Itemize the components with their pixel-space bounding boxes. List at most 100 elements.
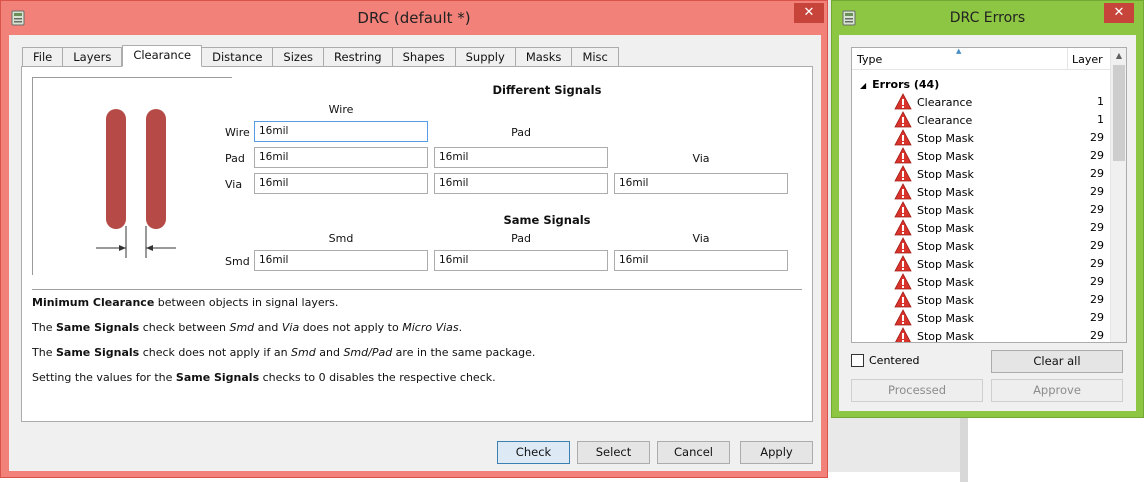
drc-errors-window: DRC Errors ✕ ▲ Type Layer ◢ Errors (44) C… bbox=[831, 0, 1144, 418]
errors-group[interactable]: ◢ Errors (44) bbox=[860, 78, 939, 91]
error-row[interactable]: Stop Mask 29 bbox=[852, 129, 1110, 147]
apply-button[interactable]: Apply bbox=[740, 441, 813, 464]
error-type: Stop Mask bbox=[917, 258, 974, 271]
close-button[interactable]: ✕ bbox=[794, 3, 824, 23]
error-type: Stop Mask bbox=[917, 204, 974, 217]
errors-group-label: Errors (44) bbox=[872, 78, 940, 91]
error-tree[interactable]: ▲ Type Layer ◢ Errors (44) Clearance 1 Cle… bbox=[851, 47, 1127, 343]
processed-button[interactable]: Processed bbox=[851, 379, 983, 402]
description-line-1: Minimum Clearance between objects in sig… bbox=[32, 296, 339, 309]
warning-icon bbox=[894, 165, 912, 182]
errors-close-button[interactable]: ✕ bbox=[1104, 3, 1134, 23]
scroll-up-arrow-icon[interactable]: ▲ bbox=[1111, 48, 1126, 64]
window-title: DRC (default *) bbox=[357, 9, 471, 27]
error-row[interactable]: Stop Mask 29 bbox=[852, 201, 1110, 219]
vertical-scrollbar[interactable]: ▲ bbox=[1110, 48, 1126, 342]
error-row[interactable]: Stop Mask 29 bbox=[852, 291, 1110, 309]
error-layer: 29 bbox=[1090, 185, 1104, 198]
error-row[interactable]: Stop Mask 29 bbox=[852, 147, 1110, 165]
error-row[interactable]: Clearance 1 bbox=[852, 93, 1110, 111]
col-header-same-via: Via bbox=[692, 232, 710, 245]
wire-wire-field[interactable]: 16mil bbox=[254, 121, 428, 142]
error-layer: 29 bbox=[1090, 275, 1104, 288]
tab-distance[interactable]: Distance bbox=[202, 47, 274, 67]
error-row[interactable]: Stop Mask 29 bbox=[852, 273, 1110, 291]
drc-window: DRC (default *) ✕ File Layers Clearance … bbox=[0, 0, 828, 478]
warning-icon bbox=[894, 237, 912, 254]
collapse-triangle-icon[interactable]: ◢ bbox=[860, 81, 866, 90]
error-layer: 29 bbox=[1090, 293, 1104, 306]
error-row[interactable]: Stop Mask 29 bbox=[852, 219, 1110, 237]
error-layer: 29 bbox=[1090, 149, 1104, 162]
tab-masks[interactable]: Masks bbox=[515, 47, 573, 67]
smd-smd-field[interactable]: 16mil bbox=[254, 250, 428, 271]
warning-icon bbox=[894, 219, 912, 236]
column-layer[interactable]: Layer bbox=[1072, 53, 1103, 66]
col-header-same-pad: Pad bbox=[511, 232, 531, 245]
select-button[interactable]: Select bbox=[577, 441, 650, 464]
error-type: Clearance bbox=[917, 96, 973, 109]
error-type: Stop Mask bbox=[917, 168, 974, 181]
error-layer: 1 bbox=[1097, 113, 1104, 126]
check-button[interactable]: Check bbox=[497, 441, 570, 464]
pad-wire-field[interactable]: 16mil bbox=[254, 147, 428, 168]
row-label-smd: Smd bbox=[225, 255, 250, 268]
error-row[interactable]: Stop Mask 29 bbox=[852, 327, 1110, 343]
cancel-button[interactable]: Cancel bbox=[657, 441, 730, 464]
error-layer: 29 bbox=[1090, 131, 1104, 144]
error-row[interactable]: Stop Mask 29 bbox=[852, 255, 1110, 273]
via-pad-field[interactable]: 16mil bbox=[434, 173, 608, 194]
smd-via-field[interactable]: 16mil bbox=[614, 250, 788, 271]
column-type[interactable]: Type bbox=[857, 53, 882, 66]
scroll-thumb[interactable] bbox=[1113, 65, 1125, 161]
clearance-panel: Different Signals Wire Pad Via Wire Pad … bbox=[21, 66, 813, 422]
error-row[interactable]: Stop Mask 29 bbox=[852, 183, 1110, 201]
tab-shapes[interactable]: Shapes bbox=[392, 47, 456, 67]
pad-pad-field[interactable]: 16mil bbox=[434, 147, 608, 168]
error-row[interactable]: Stop Mask 29 bbox=[852, 309, 1110, 327]
error-layer: 29 bbox=[1090, 239, 1104, 252]
tab-bar: File Layers Clearance Distance Sizes Res… bbox=[22, 45, 619, 67]
column-separator bbox=[1067, 48, 1068, 70]
clear-all-button[interactable]: Clear all bbox=[991, 350, 1123, 373]
warning-icon bbox=[894, 255, 912, 272]
smd-pad-field[interactable]: 16mil bbox=[434, 250, 608, 271]
row-label-pad: Pad bbox=[225, 152, 245, 165]
error-layer: 29 bbox=[1090, 311, 1104, 324]
sort-caret-icon: ▲ bbox=[956, 47, 962, 55]
warning-icon bbox=[894, 147, 912, 164]
approve-button[interactable]: Approve bbox=[991, 379, 1123, 402]
col-header-pad: Pad bbox=[511, 126, 531, 139]
error-type: Stop Mask bbox=[917, 294, 974, 307]
error-type: Stop Mask bbox=[917, 276, 974, 289]
error-layer: 29 bbox=[1090, 203, 1104, 216]
error-type: Stop Mask bbox=[917, 330, 974, 343]
warning-icon bbox=[894, 93, 912, 110]
error-layer: 29 bbox=[1090, 257, 1104, 270]
description-line-4: Setting the values for the Same Signals … bbox=[32, 371, 496, 384]
tab-layers[interactable]: Layers bbox=[63, 47, 123, 67]
error-layer: 29 bbox=[1090, 329, 1104, 342]
tab-sizes[interactable]: Sizes bbox=[273, 47, 325, 67]
same-signals-title: Same Signals bbox=[503, 213, 591, 227]
tab-restring[interactable]: Restring bbox=[324, 47, 393, 67]
error-layer: 1 bbox=[1097, 95, 1104, 108]
error-row[interactable]: Clearance 1 bbox=[852, 111, 1110, 129]
tab-clearance[interactable]: Clearance bbox=[122, 45, 203, 67]
error-row[interactable]: Stop Mask 29 bbox=[852, 237, 1110, 255]
error-rows: Clearance 1 Clearance 1 Stop Mask 29 Stop M… bbox=[852, 93, 1110, 343]
via-via-field[interactable]: 16mil bbox=[614, 173, 788, 194]
centered-checkbox[interactable] bbox=[851, 354, 864, 367]
dialog-body: File Layers Clearance Distance Sizes Res… bbox=[9, 35, 821, 471]
errors-title-bar: DRC Errors ✕ bbox=[832, 1, 1143, 35]
tab-misc[interactable]: Misc bbox=[572, 47, 619, 67]
error-type: Stop Mask bbox=[917, 150, 974, 163]
title-bar: DRC (default *) ✕ bbox=[1, 1, 827, 35]
error-type: Stop Mask bbox=[917, 222, 974, 235]
error-row[interactable]: Stop Mask 29 bbox=[852, 165, 1110, 183]
tab-supply[interactable]: Supply bbox=[455, 47, 516, 67]
separator bbox=[32, 289, 802, 290]
tab-file[interactable]: File bbox=[22, 47, 64, 67]
via-wire-field[interactable]: 16mil bbox=[254, 173, 428, 194]
error-type: Stop Mask bbox=[917, 240, 974, 253]
